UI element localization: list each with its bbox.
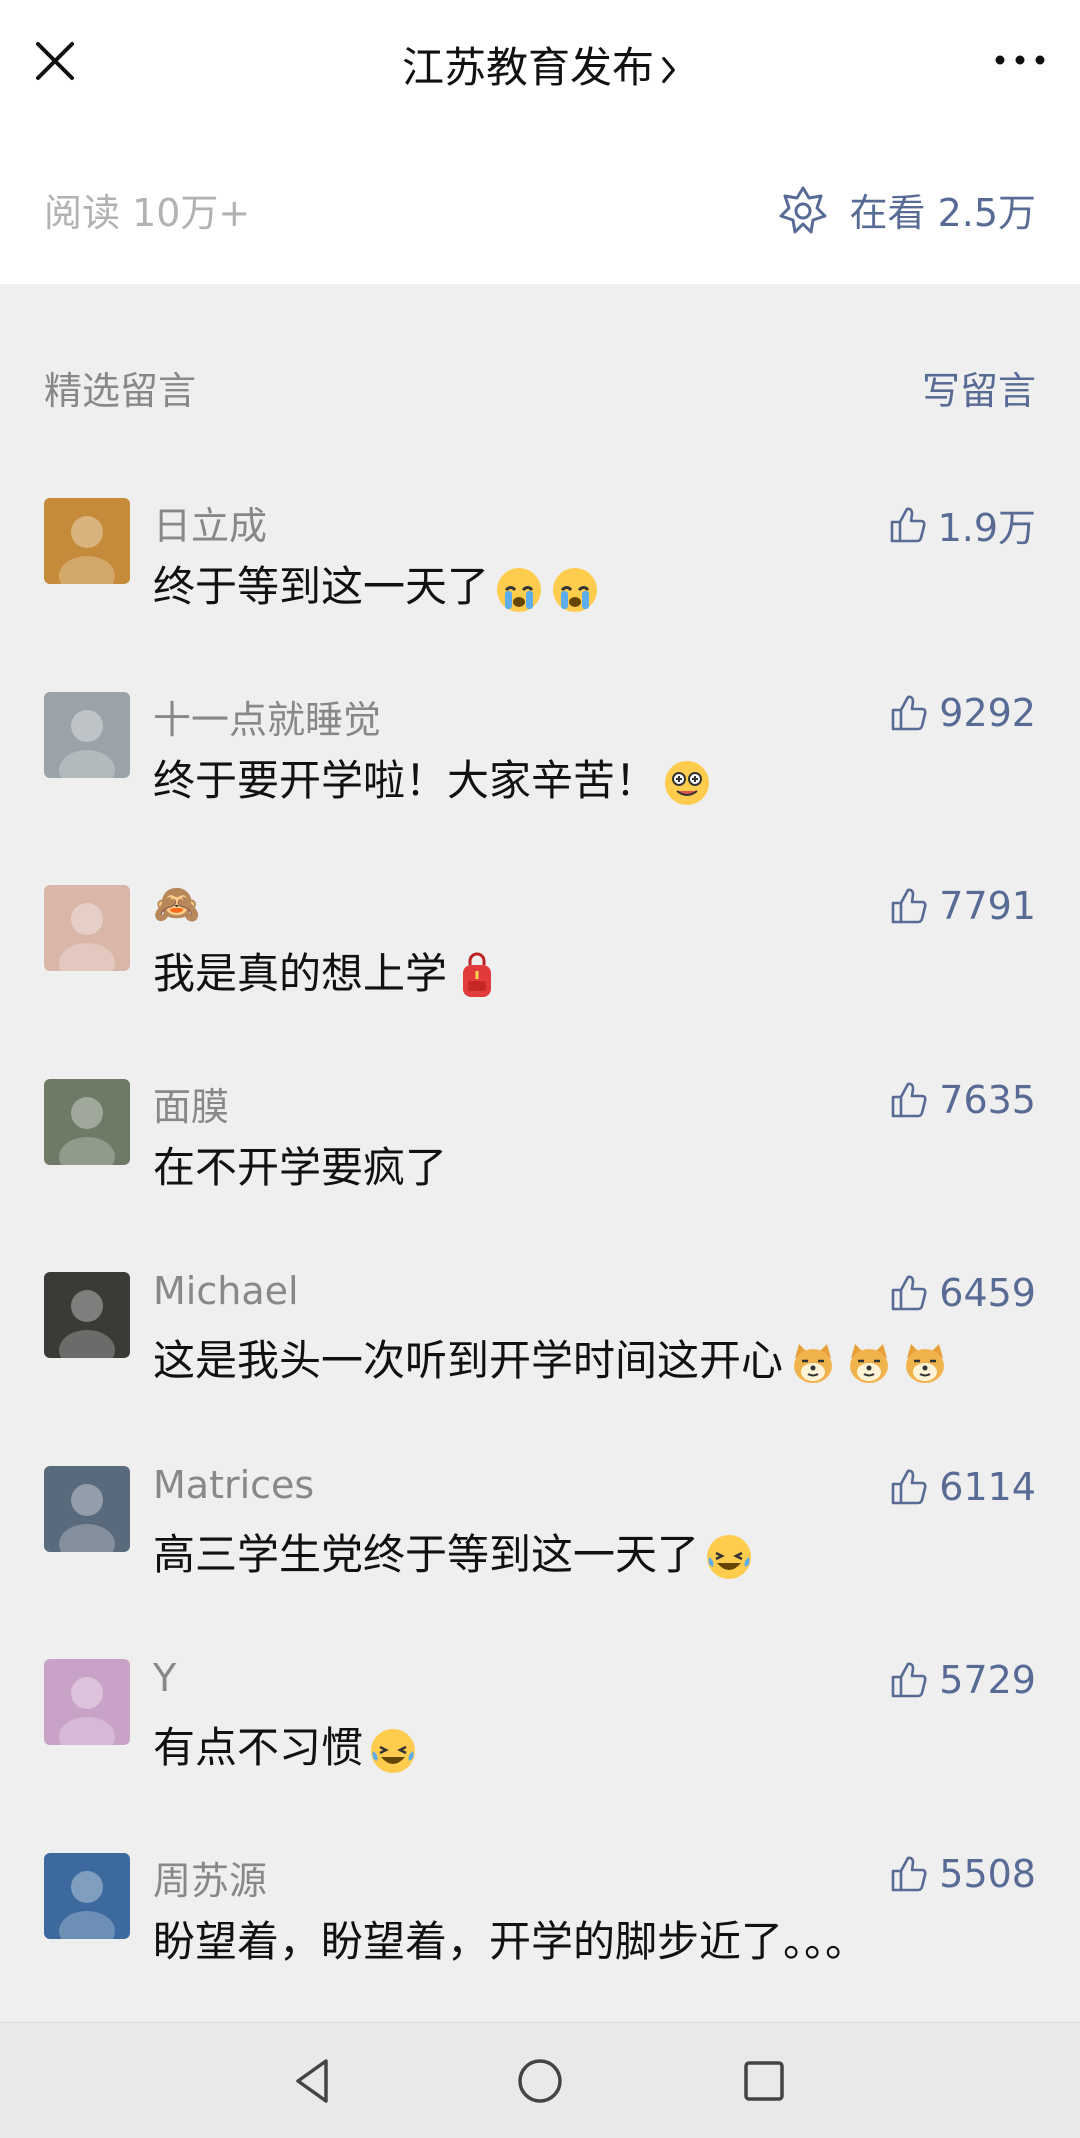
like-button[interactable]: 5729 <box>887 1658 1036 1702</box>
comment-item[interactable]: 🙈 我是真的想上学 7791 <box>0 882 1080 1076</box>
school-backpack-emoji-icon <box>451 951 503 1003</box>
article-stats: 阅读 10万+ 在看 2.5万 <box>0 128 1080 284</box>
watching-button[interactable]: 在看 2.5万 <box>777 182 1036 237</box>
avatar[interactable] <box>44 1852 130 1939</box>
comment-text: 我是真的想上学 <box>153 949 448 998</box>
comment-nickname: 日立成 <box>153 504 268 548</box>
comment-item[interactable]: 面膜在不开学要疯了 7635 <box>0 1076 1080 1270</box>
comment-item[interactable]: Michael 这是我头一次听到开学时间这开心 6459 <box>0 1269 1080 1463</box>
thumbs-up-icon <box>890 507 926 542</box>
chevron-right-icon <box>660 46 678 95</box>
comment-nickname: 🙈 <box>153 882 201 926</box>
avatar[interactable] <box>44 1659 130 1745</box>
like-count: 5729 <box>939 1658 1036 1702</box>
crying-face-emoji-icon <box>549 564 601 616</box>
comment-list: 日立成终于等到这一天了 1.9万十一点就睡觉终于要开学啦！大家辛苦！ 9292 🙈 我是… <box>0 495 1080 2043</box>
doge-emoji-icon <box>843 1338 895 1390</box>
like-count: 5508 <box>939 1851 1036 1896</box>
like-count: 1.9万 <box>937 506 1036 550</box>
laughing-tears-face-emoji-icon <box>703 1531 755 1583</box>
comment-item[interactable]: 日立成终于等到这一天了 1.9万 <box>0 495 1080 689</box>
thumbs-up-icon <box>891 1469 927 1504</box>
dizzy-tongue-face-emoji-icon <box>661 757 713 809</box>
account-name-link[interactable]: 江苏教育发布 <box>0 34 1080 95</box>
comment-text: 盼望着，盼望着，开学的脚步近了。。。 <box>153 1916 868 1966</box>
doge-emoji-icon <box>787 1338 839 1390</box>
read-count: 阅读 10万+ <box>44 191 251 235</box>
comment-nickname: Michael <box>153 1269 299 1313</box>
nav-home-circle-icon[interactable] <box>512 2053 568 2109</box>
comment-nickname: 周苏源 <box>153 1858 268 1903</box>
laughing-tears-face-emoji-icon <box>367 1725 419 1777</box>
comment-text: 有点不习惯 <box>153 1723 364 1772</box>
avatar[interactable] <box>44 498 130 584</box>
write-comment-link[interactable]: 写留言 <box>922 360 1036 415</box>
avatar[interactable] <box>44 1465 130 1552</box>
comment-content: 盼望着，盼望着，开学的脚步近了。。。 <box>153 1908 867 1969</box>
nav-back-triangle-icon[interactable] <box>286 2053 342 2109</box>
comments-header: 精选留言 写留言 <box>0 360 1080 420</box>
comment-item[interactable]: Matrices 高三学生党终于等到这一天了 6114 <box>0 1463 1080 1657</box>
comment-content: 高三学生党终于等到这一天了 <box>153 1521 755 1584</box>
avatar[interactable] <box>44 691 130 778</box>
account-name: 江苏教育发布 <box>401 43 654 92</box>
watching-count: 在看 2.5万 <box>849 191 1036 235</box>
comment-nickname: Y <box>153 1656 177 1700</box>
like-button[interactable]: 7635 <box>887 1078 1036 1122</box>
thumbs-up-icon <box>891 1662 927 1698</box>
thumbs-up-icon <box>891 695 927 730</box>
comment-item[interactable]: Y 有点不习惯 5729 <box>0 1656 1080 1850</box>
comment-content: 在不开学要疯了 <box>153 1134 447 1195</box>
comment-item[interactable]: 周苏源盼望着，盼望着，开学的脚步近了。。。 5508 <box>0 1850 1080 2044</box>
comment-content: 终于等到这一天了 <box>153 553 601 616</box>
avatar[interactable] <box>44 885 130 971</box>
thumbs-up-icon <box>891 1275 927 1311</box>
comment-content: 这是我头一次听到开学时间这开心 <box>153 1327 951 1390</box>
avatar[interactable] <box>44 1272 130 1358</box>
comment-text: 这是我头一次听到开学时间这开心 <box>153 1336 784 1385</box>
comment-nickname: Matrices <box>153 1462 315 1507</box>
comment-text: 在不开学要疯了 <box>153 1142 448 1192</box>
like-count: 6459 <box>939 1271 1036 1315</box>
system-nav-bar <box>0 2022 1080 2138</box>
comment-item[interactable]: 十一点就睡觉终于要开学啦！大家辛苦！ 9292 <box>0 689 1080 883</box>
thumbs-up-icon <box>891 888 927 924</box>
comment-text: 终于要开学啦！大家辛苦！ <box>153 755 658 805</box>
wow-star-icon <box>779 186 827 233</box>
like-button[interactable]: 6114 <box>887 1465 1036 1509</box>
comment-text: 高三学生党终于等到这一天了 <box>153 1529 700 1579</box>
section-title: 精选留言 <box>44 369 197 413</box>
crying-face-emoji-icon <box>493 564 545 616</box>
like-button[interactable]: 9292 <box>887 691 1036 735</box>
comment-nickname: 十一点就睡觉 <box>153 697 382 742</box>
like-count: 7791 <box>939 884 1036 928</box>
comment-text: 终于等到这一天了 <box>153 562 490 611</box>
like-button[interactable]: 1.9万 <box>886 497 1036 552</box>
doge-emoji-icon <box>899 1338 951 1390</box>
thumbs-up-icon <box>891 1082 927 1117</box>
like-button[interactable]: 5508 <box>887 1852 1036 1896</box>
comment-content: 终于要开学啦！大家辛苦！ <box>153 747 713 810</box>
avatar[interactable] <box>44 1078 130 1165</box>
like-button[interactable]: 7791 <box>887 884 1036 928</box>
nav-recents-square-icon[interactable] <box>736 2053 792 2109</box>
comment-content: 有点不习惯 <box>153 1714 419 1777</box>
like-count: 6114 <box>939 1464 1036 1509</box>
like-count: 9292 <box>939 690 1036 735</box>
thumbs-up-icon <box>891 1856 927 1891</box>
more-dots-icon[interactable] <box>990 40 1050 80</box>
comment-content: 我是真的想上学 <box>153 940 503 1003</box>
comment-nickname: 面膜 <box>153 1084 230 1129</box>
title-bar: 江苏教育发布 <box>0 0 1080 128</box>
like-count: 7635 <box>939 1077 1036 1122</box>
like-button[interactable]: 6459 <box>887 1271 1036 1315</box>
